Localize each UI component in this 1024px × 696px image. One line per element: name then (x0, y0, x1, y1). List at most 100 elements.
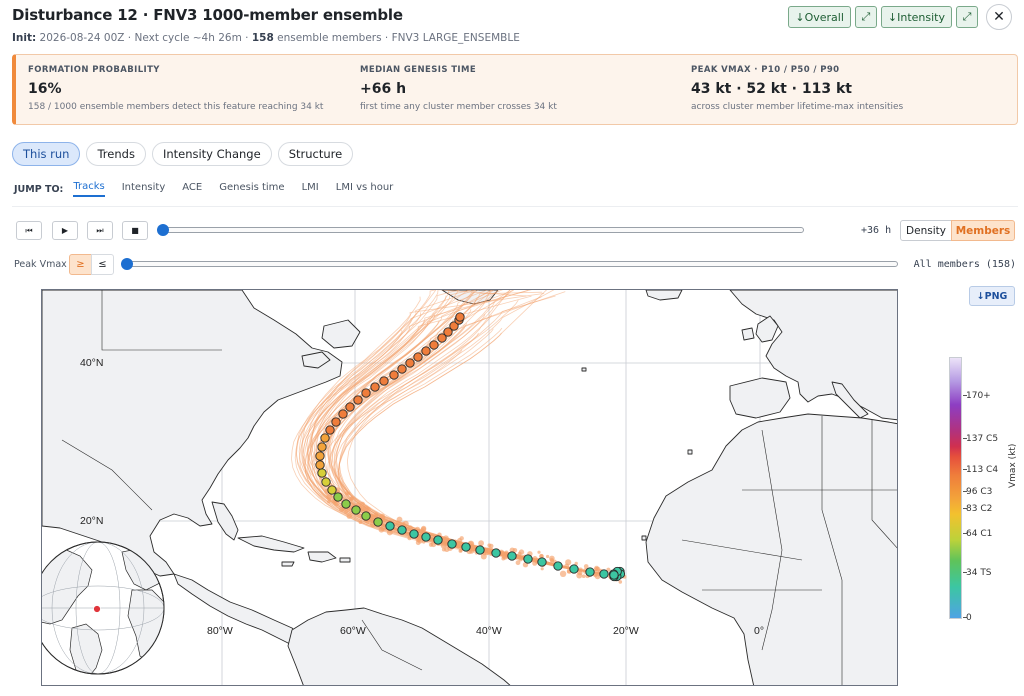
azores-land (581, 367, 587, 372)
peak-vmax-filter: Peak Vmax ≥ ≤ All members (158) (14, 254, 1016, 276)
stop-icon: ■ (131, 226, 139, 235)
init-time: 2026-08-24 00Z (39, 32, 125, 44)
track-map[interactable]: 40°N 20°N 80°W 60°W 40°W 20°W 0° (41, 289, 898, 686)
africa-land (645, 413, 897, 685)
member-position-dot (396, 516, 403, 523)
ensemble-member-track (328, 290, 615, 576)
close-button[interactable]: ✕ (986, 4, 1012, 30)
greater-equal-button[interactable]: ≥ (69, 254, 92, 275)
storm-location-marker (93, 605, 101, 613)
member-position-dot (365, 506, 371, 512)
member-position-dot (539, 554, 544, 558)
iberia-land (729, 377, 791, 419)
jump-to-nav: JUMP TO: Tracks Intensity ACE Genesis ti… (14, 181, 410, 197)
member-position-dot (487, 543, 492, 548)
mean-track-point (507, 551, 517, 561)
run-info-line: Init: 2026-08-24 00Z · Next cycle ~4h 26… (12, 32, 520, 44)
member-position-dot (442, 535, 449, 542)
ensemble-member-track (313, 295, 615, 576)
ensemble-member-track (315, 290, 615, 576)
download-intensity-button[interactable]: ↓Intensity (880, 6, 952, 28)
map-canvas: 40°N 20°N 80°W 60°W 40°W 20°W 0° (42, 290, 897, 685)
mean-track-point (553, 561, 563, 571)
vmax-threshold-slider[interactable] (121, 258, 898, 270)
peak-vmax-stat: PEAK VMAX · P10 / P50 / P90 43 kt · 52 k… (691, 65, 903, 112)
mean-track-point (338, 409, 348, 419)
ensemble-member-track (327, 290, 615, 576)
expand-overall-button[interactable]: ⤢ (854, 6, 877, 28)
member-position-scatter (324, 487, 627, 584)
vmax-slider-handle[interactable] (121, 258, 133, 270)
tab-structure[interactable]: Structure (277, 142, 354, 166)
skip-forward-icon: ⏭ (96, 225, 104, 235)
stat-label: MEDIAN GENESIS TIME (360, 65, 477, 75)
download-overall-button[interactable]: ↓Overall (788, 6, 851, 28)
vmax-colorbar (949, 357, 962, 619)
view-tabs: This run Trends Intensity Change Structu… (12, 142, 354, 166)
time-slider[interactable] (157, 224, 804, 236)
iceland-land (645, 290, 683, 301)
member-position-dot (537, 550, 541, 554)
member-position-dot (565, 559, 572, 566)
mean-track-point (421, 346, 431, 356)
stop-button[interactable]: ■ (122, 221, 148, 240)
mean-track-points (315, 312, 626, 582)
mean-track-point (537, 557, 547, 567)
play-button[interactable]: ▶ (52, 221, 78, 240)
colorbar-label-ts: 34 TS (966, 568, 992, 578)
jump-link-lmi-vs-hour[interactable]: LMI vs hour (336, 182, 394, 196)
jump-link-tracks[interactable]: Tracks (73, 181, 105, 197)
first-frame-button[interactable]: ⏮ (16, 221, 42, 240)
section-divider (12, 206, 1018, 207)
ensemble-member-track (328, 290, 615, 576)
mean-track-point (585, 567, 595, 577)
last-frame-button[interactable]: ⏭ (87, 221, 113, 240)
mean-track-point (327, 485, 337, 495)
member-position-dot (518, 557, 523, 562)
stat-note: 158 / 1000 ensemble members detect this … (28, 102, 324, 112)
ensemble-name: FNV3 LARGE_ENSEMBLE (391, 32, 520, 44)
jump-link-genesis-time[interactable]: Genesis time (219, 182, 284, 196)
mean-track-point (361, 388, 371, 398)
colorbar-label-c4: 113 C4 (966, 465, 999, 475)
download-png-button[interactable]: ↓PNG (969, 286, 1015, 306)
mean-track-point (389, 370, 399, 380)
mean-track-point (317, 468, 327, 478)
member-position-dot (421, 525, 427, 531)
jump-link-lmi[interactable]: LMI (302, 182, 319, 196)
member-position-dot (546, 554, 550, 559)
ensemble-member-track (321, 324, 615, 576)
mean-track-point (413, 352, 423, 362)
time-slider-handle[interactable] (157, 224, 169, 236)
tab-trends[interactable]: Trends (86, 142, 146, 166)
lon-label-20w: 20°W (613, 625, 639, 637)
expand-intensity-button[interactable]: ⤢ (956, 6, 978, 28)
jump-link-ace[interactable]: ACE (182, 182, 202, 196)
tab-intensity-change[interactable]: Intensity Change (151, 142, 272, 166)
colorbar-label-c1: 64 C1 (966, 529, 993, 539)
stat-label: FORMATION PROBABILITY (28, 65, 160, 75)
mean-track-point (325, 425, 335, 435)
members-readout: All members (158) (913, 259, 1016, 270)
tab-this-run[interactable]: This run (12, 142, 81, 166)
member-position-dot (618, 580, 623, 584)
north-america-land (42, 290, 343, 577)
header-actions: ↓Overall ⤢ ↓Intensity ⤢ ✕ (788, 4, 1012, 30)
ensemble-member-track (321, 291, 615, 576)
mean-track-point (379, 376, 389, 386)
members-view-button[interactable]: Members (951, 220, 1015, 241)
member-position-dot (559, 570, 567, 577)
mean-track-point (341, 499, 351, 509)
separator: · (381, 32, 392, 44)
density-view-button[interactable]: Density (900, 220, 952, 241)
member-position-dot (540, 567, 544, 571)
mean-track-point (317, 442, 327, 452)
mean-track-point (461, 542, 471, 552)
canary-islands-land (687, 449, 693, 455)
mean-track-point (429, 340, 439, 350)
mean-track-point (320, 433, 330, 443)
member-position-dot (344, 510, 348, 515)
jump-link-intensity[interactable]: Intensity (122, 182, 166, 196)
less-equal-button[interactable]: ≤ (91, 254, 114, 275)
member-position-dot (441, 547, 446, 552)
